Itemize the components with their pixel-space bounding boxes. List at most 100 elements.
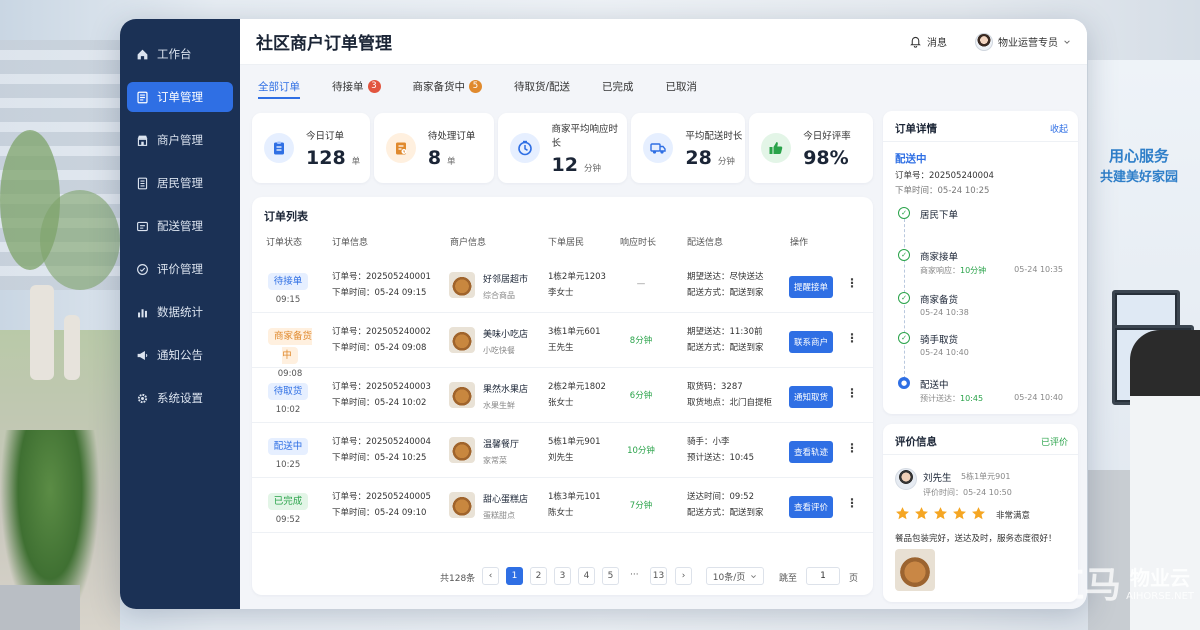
more-actions-icon[interactable]: ⋮ <box>846 441 858 455</box>
gear-icon <box>135 391 149 405</box>
delivery-info: 配送方式：配送到家 <box>687 288 764 298</box>
stat-card-merchant-response: 商家平均响应时长 12 分钟 <box>497 113 628 183</box>
background-slogan: 用心服务 共建美好家园 <box>1099 147 1178 185</box>
table-row[interactable]: 已完成 09:52 订单号：202505240005 下单时间：05-24 09… <box>252 479 873 533</box>
tab-pending-accept[interactable]: 待接单 3 <box>332 65 381 107</box>
stat-label: 今日订单 <box>306 130 345 142</box>
star-icon <box>972 507 985 520</box>
sidebar: 工作台 订单管理 商户管理 居民管理 配送管理 评价管理 数据统计 通知公告 系… <box>120 19 240 609</box>
page-button[interactable]: 3 <box>554 567 571 585</box>
merchant-category: 水果生鲜 <box>483 401 515 410</box>
stat-value: 128 <box>306 146 346 169</box>
table-row[interactable]: 商家备货中 09:08 订单号：202505240002 下单时间：05-24 … <box>252 314 873 379</box>
order-time: 下单时间：05-24 09:15 <box>332 288 427 298</box>
detail-status: 配送中 <box>895 153 927 165</box>
user-name: 物业运营专员 <box>998 38 1058 49</box>
content: 全部订单 待接单 3 商家备货中 5 待取货/配送 已完成 已取消 今日订单 1… <box>240 65 1087 609</box>
more-actions-icon[interactable]: ⋮ <box>846 276 858 290</box>
more-actions-icon[interactable]: ⋮ <box>846 496 858 510</box>
response-time: — <box>636 279 646 289</box>
sidebar-item-reviews[interactable]: 评价管理 <box>127 254 233 284</box>
sidebar-item-settings[interactable]: 系统设置 <box>127 383 233 413</box>
resident-address: 5栋1单元901 <box>548 437 601 447</box>
user-menu[interactable]: 物业运营专员 <box>975 32 1071 51</box>
merchant-name: 好邻居超市 <box>483 275 529 285</box>
tab-all-orders[interactable]: 全部订单 <box>258 65 300 107</box>
response-time: 10分钟 <box>627 446 655 456</box>
review-photo[interactable] <box>895 549 935 591</box>
messages-label: 消息 <box>927 38 947 49</box>
divider <box>883 454 1078 455</box>
thumbs-up-icon <box>761 133 792 163</box>
delivery-info: 期望送达：11:30前 <box>687 327 763 337</box>
more-actions-icon[interactable]: ⋮ <box>846 386 858 400</box>
merchant-name: 甜心蛋糕店 <box>483 495 529 505</box>
stat-card-delivery-time: 平均配送时长 28 分钟 <box>631 113 746 183</box>
resident-address: 1栋3单元101 <box>548 492 601 502</box>
order-detail-panel: 订单详情 收起 配送中 订单号：202505240004 下单时间：05-24 … <box>883 111 1078 414</box>
delivery-info: 配送方式：配送到家 <box>687 343 764 353</box>
order-tabs: 全部订单 待接单 3 商家备货中 5 待取货/配送 已完成 已取消 <box>252 65 873 107</box>
resident-address: 1栋2单元1203 <box>548 272 606 282</box>
review-status-link[interactable]: 已评价 <box>1041 435 1068 448</box>
messages-button[interactable]: 消息 <box>909 34 947 49</box>
next-page-button[interactable]: › <box>675 567 692 585</box>
order-number: 订单号：202505240002 <box>332 327 431 337</box>
section-title: 评价信息 <box>895 436 937 448</box>
sidebar-item-orders[interactable]: 订单管理 <box>127 82 233 112</box>
collapse-link[interactable]: 收起 <box>1050 122 1068 135</box>
detail-order-time: 下单时间：05-24 10:25 <box>895 186 990 196</box>
sidebar-item-delivery[interactable]: 配送管理 <box>127 211 233 241</box>
sidebar-item-label: 居民管理 <box>157 176 203 190</box>
remind-accept-button[interactable]: 提醒接单 <box>789 276 834 298</box>
page-size-select[interactable]: 10条/页 <box>706 567 764 585</box>
page-button[interactable]: 2 <box>530 567 547 585</box>
view-track-button[interactable]: 查看轨迹 <box>789 441 834 463</box>
star-icon <box>934 507 947 520</box>
table-row[interactable]: 待接单 09:15 订单号：202505240001 下单时间：05-24 09… <box>252 259 873 313</box>
truck-icon <box>643 133 674 163</box>
main-area: 社区商户订单管理 消息 物业运营专员 全部订单 待接单 3 商家备货中 5 待取… <box>240 19 1087 609</box>
tab-pickup-delivery[interactable]: 待取货/配送 <box>514 65 570 107</box>
table-row[interactable]: 配送中 10:25 订单号：202505240004 下单时间：05-24 10… <box>252 424 873 478</box>
contact-merchant-button[interactable]: 联系商户 <box>789 331 834 353</box>
background-plant-pot <box>0 585 80 630</box>
response-time: 6分钟 <box>629 391 653 401</box>
pagination: 共128条 ‹ 1 2 3 4 5 ··· 13 › 10条/页 跳至 1 页 <box>252 567 873 587</box>
star-icon <box>896 507 909 520</box>
stat-label: 平均配送时长 <box>685 130 743 142</box>
sidebar-item-notices[interactable]: 通知公告 <box>127 340 233 370</box>
more-actions-icon[interactable]: ⋮ <box>846 331 858 345</box>
megaphone-icon <box>135 348 149 362</box>
status-time: 10:02 <box>275 405 301 415</box>
sidebar-item-workbench[interactable]: 工作台 <box>127 39 233 69</box>
page-button[interactable]: 13 <box>650 567 667 585</box>
notify-pickup-button[interactable]: 通知取货 <box>789 386 834 408</box>
view-review-button[interactable]: 查看评价 <box>789 496 834 518</box>
page-button[interactable]: 5 <box>602 567 619 585</box>
table-row[interactable]: 待取货 10:02 订单号：202505240003 下单时间：05-24 10… <box>252 369 873 423</box>
background-tree <box>40 190 120 290</box>
tab-cancelled[interactable]: 已取消 <box>666 65 698 107</box>
stats-row: 今日订单 128 单 待处理订单 8单 商家平均响应时长 12 分钟 平均配送时… <box>252 113 873 183</box>
tab-preparing[interactable]: 商家备货中 5 <box>413 65 482 107</box>
column-header: 响应时长 <box>620 238 657 248</box>
page-button[interactable]: 4 <box>578 567 595 585</box>
status-badge: 商家备货中 <box>267 328 312 364</box>
app-window: 工作台 订单管理 商户管理 居民管理 配送管理 评价管理 数据统计 通知公告 系… <box>120 19 1087 609</box>
resident-address: 2栋2单元1802 <box>548 382 606 392</box>
step-name: 骑手取货 <box>920 335 959 346</box>
tab-completed[interactable]: 已完成 <box>602 65 634 107</box>
watermark-brand: 小红马 <box>1011 565 1123 606</box>
jump-page-input[interactable] <box>806 567 840 585</box>
page-button[interactable]: 1 <box>506 567 523 585</box>
avatar <box>895 468 917 490</box>
order-list-panel: 订单列表 订单状态 订单信息 商户信息 下单居民 响应时长 配送信息 操作 待接… <box>252 197 873 595</box>
step-detail: 商家响应： <box>920 266 960 275</box>
sidebar-item-residents[interactable]: 居民管理 <box>127 168 233 198</box>
sidebar-item-statistics[interactable]: 数据统计 <box>127 297 233 327</box>
sidebar-item-merchants[interactable]: 商户管理 <box>127 125 233 155</box>
prev-page-button[interactable]: ‹ <box>482 567 499 585</box>
watermark: 小红马 物业云 AIHORSE.NET <box>1011 556 1194 608</box>
merchant-thumbnail <box>449 437 475 463</box>
